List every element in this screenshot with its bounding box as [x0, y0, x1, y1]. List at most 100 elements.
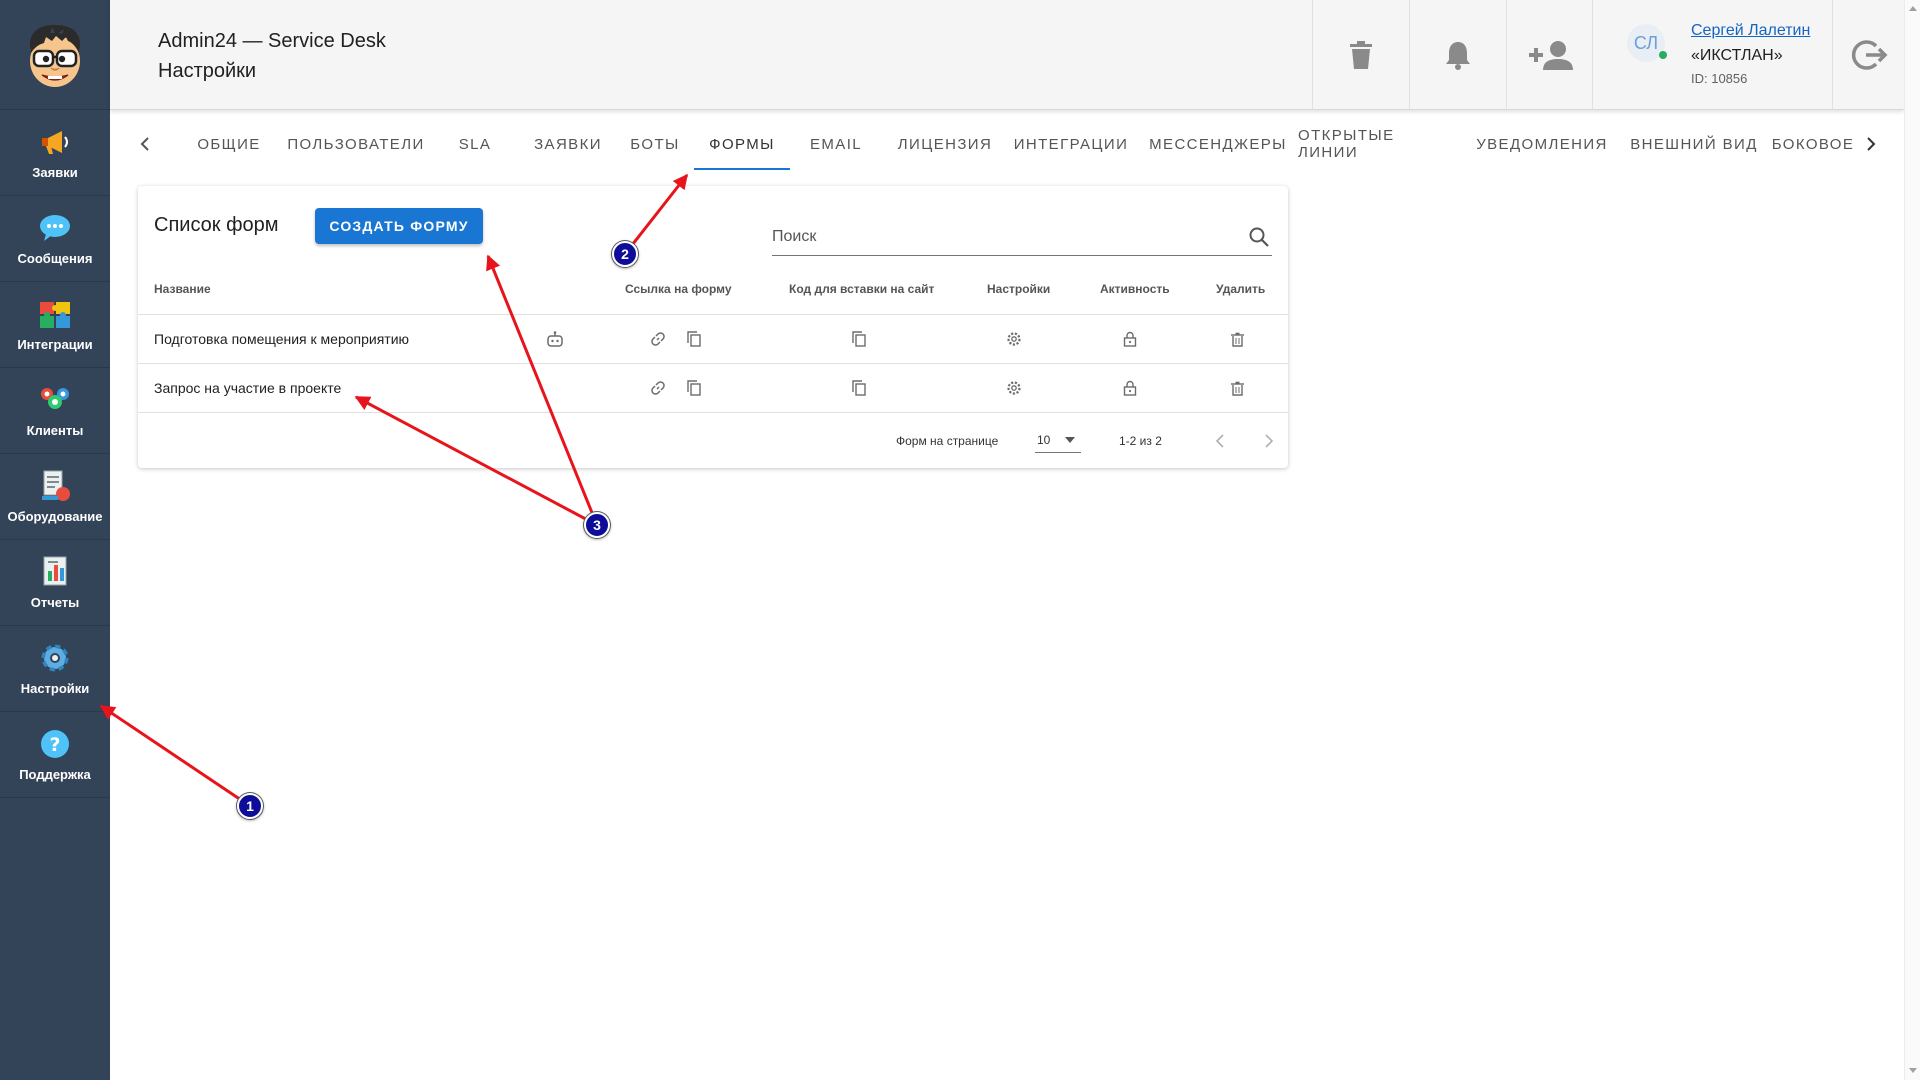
settings-gear-icon[interactable] [1004, 329, 1024, 349]
arrow-to-settings [99, 704, 251, 808]
trash-icon [1350, 41, 1372, 69]
user-block: СЛ Сергей Лалетин «ИКСТЛАН» ID: 10856 [1592, 0, 1832, 110]
chevron-left-icon [1216, 434, 1224, 448]
user-id: ID: 10856 [1691, 71, 1748, 86]
page-title: Настройки [158, 60, 257, 82]
nav-item-messages[interactable]: Сообщения [0, 196, 110, 282]
card-title: Список форм [154, 214, 279, 236]
title-block: Admin24 — Service Desk Настройки [158, 26, 386, 86]
trash-button[interactable] [1312, 0, 1409, 110]
nav-item-integrations[interactable]: Интеграции [0, 282, 110, 368]
user-name-link[interactable]: Сергей Лалетин [1691, 22, 1810, 40]
nav-label: Отчеты [30, 595, 80, 610]
column-header-link: Ссылка на форму [625, 282, 732, 296]
equipment-icon [38, 469, 72, 503]
gear-icon [38, 641, 72, 675]
page-scrollbar[interactable] [1904, 0, 1920, 1080]
top-header: Admin24 — Service Desk Настройки СЛ Серг… [110, 0, 1904, 110]
scroll-up-arrow[interactable] [1909, 6, 1917, 11]
tab-requests[interactable]: ЗАЯВКИ [516, 118, 620, 170]
tab-integrations[interactable]: ИНТЕГРАЦИИ [1006, 118, 1136, 170]
table-row: Запрос на участие в проекте [138, 363, 1288, 412]
add-user-icon [1528, 41, 1573, 70]
table-footer: Форм на странице 10 1-2 из 2 [138, 412, 1288, 468]
link-icon[interactable] [648, 378, 668, 398]
chat-bubble-icon [38, 211, 72, 245]
tab-notifications[interactable]: УВЕДОМЛЕНИЯ [1460, 118, 1624, 170]
tab-license[interactable]: ЛИЦЕНЗИЯ [882, 118, 1008, 170]
lock-icon[interactable] [1120, 378, 1140, 398]
nav-item-equipment[interactable]: Оборудование [0, 454, 110, 540]
copy-embed-code-icon[interactable] [849, 378, 869, 398]
search-icon[interactable] [1248, 226, 1270, 248]
tab-sla[interactable]: SLA [434, 118, 516, 170]
search-field [772, 220, 1272, 256]
tabs-scroll-left[interactable] [130, 118, 160, 170]
help-icon: ? [38, 727, 72, 761]
per-page-value: 10 [1037, 433, 1051, 447]
notifications-button[interactable] [1409, 0, 1506, 110]
link-icon[interactable] [648, 329, 668, 349]
puzzle-icon [38, 297, 72, 331]
nav-item-reports[interactable]: Отчеты [0, 540, 110, 626]
delete-icon[interactable] [1227, 329, 1247, 349]
per-page-label: Форм на странице [896, 434, 999, 448]
bot-icon[interactable] [545, 329, 565, 349]
tab-forms[interactable]: ФОРМЫ [694, 118, 790, 170]
forms-card: Список форм СОЗДАТЬ ФОРМУ Название Ссылк… [138, 186, 1288, 468]
annotation-marker-1: 1 [237, 793, 263, 819]
tab-email[interactable]: EMAIL [790, 118, 882, 170]
pagination-range: 1-2 из 2 [1119, 434, 1162, 448]
tab-general[interactable]: ОБЩИЕ [174, 118, 284, 170]
delete-icon[interactable] [1227, 378, 1247, 398]
nav-label: Настройки [20, 681, 90, 696]
copy-embed-code-icon[interactable] [849, 329, 869, 349]
form-name[interactable]: Подготовка помещения к мероприятию [154, 331, 409, 347]
nav-label: Оборудование [7, 509, 103, 524]
tabs-scroll-right[interactable] [1856, 118, 1886, 170]
next-page-button[interactable] [1255, 427, 1283, 455]
app-title: Admin24 — Service Desk [158, 30, 386, 52]
per-page-select[interactable]: 10 [1035, 427, 1081, 453]
dropdown-arrow-icon [1065, 437, 1075, 443]
table-row: Подготовка помещения к мероприятию [138, 314, 1288, 363]
column-header-active: Активность [1100, 282, 1170, 296]
copy-link-icon[interactable] [684, 329, 704, 349]
nav-item-clients[interactable]: Клиенты [0, 368, 110, 454]
chevron-left-icon [140, 137, 149, 151]
column-header-embed: Код для вставки на сайт [789, 282, 935, 296]
logout-icon [1851, 40, 1887, 70]
tab-appearance[interactable]: ВНЕШНИЙ ВИД [1624, 118, 1764, 170]
settings-gear-icon[interactable] [1004, 378, 1024, 398]
nav-label: Заявки [32, 165, 78, 180]
tab-messengers[interactable]: МЕССЕНДЖЕРЫ [1134, 118, 1302, 170]
scroll-down-arrow[interactable] [1909, 1068, 1917, 1073]
tab-users[interactable]: ПОЛЬЗОВАТЕЛИ [276, 118, 436, 170]
tab-bots[interactable]: БОТЫ [614, 118, 696, 170]
logout-button[interactable] [1832, 0, 1904, 110]
column-header-name[interactable]: Название [154, 282, 211, 296]
nav-label: Клиенты [26, 423, 84, 438]
svg-text:?: ? [49, 734, 60, 756]
nav-item-settings[interactable]: Настройки [0, 626, 110, 712]
tab-side[interactable]: БОКОВОЕ [1764, 118, 1862, 170]
add-user-button[interactable] [1506, 0, 1592, 110]
annotation-marker-3: 3 [584, 512, 610, 538]
copy-link-icon[interactable] [684, 378, 704, 398]
megaphone-icon [38, 125, 72, 159]
search-input[interactable] [772, 220, 1232, 254]
tab-open-lines[interactable]: ОТКРЫТЫЕ ЛИНИИ [1298, 118, 1460, 170]
prev-page-button[interactable] [1206, 427, 1234, 455]
bell-icon [1446, 42, 1470, 70]
form-name[interactable]: Запрос на участие в проекте [154, 380, 341, 396]
chevron-right-icon [1265, 434, 1273, 448]
column-header-settings: Настройки [987, 282, 1051, 296]
lock-icon[interactable] [1120, 329, 1140, 349]
settings-tabs: ОБЩИЕ ПОЛЬЗОВАТЕЛИ SLA ЗАЯВКИ БОТЫ ФОРМЫ… [110, 118, 1904, 172]
column-header-delete: Удалить [1216, 282, 1266, 296]
create-form-button[interactable]: СОЗДАТЬ ФОРМУ [315, 208, 483, 244]
chevron-right-icon [1867, 137, 1876, 151]
app-logo[interactable] [0, 0, 110, 110]
nav-item-support[interactable]: ? Поддержка [0, 712, 110, 798]
nav-item-requests[interactable]: Заявки [0, 110, 110, 196]
